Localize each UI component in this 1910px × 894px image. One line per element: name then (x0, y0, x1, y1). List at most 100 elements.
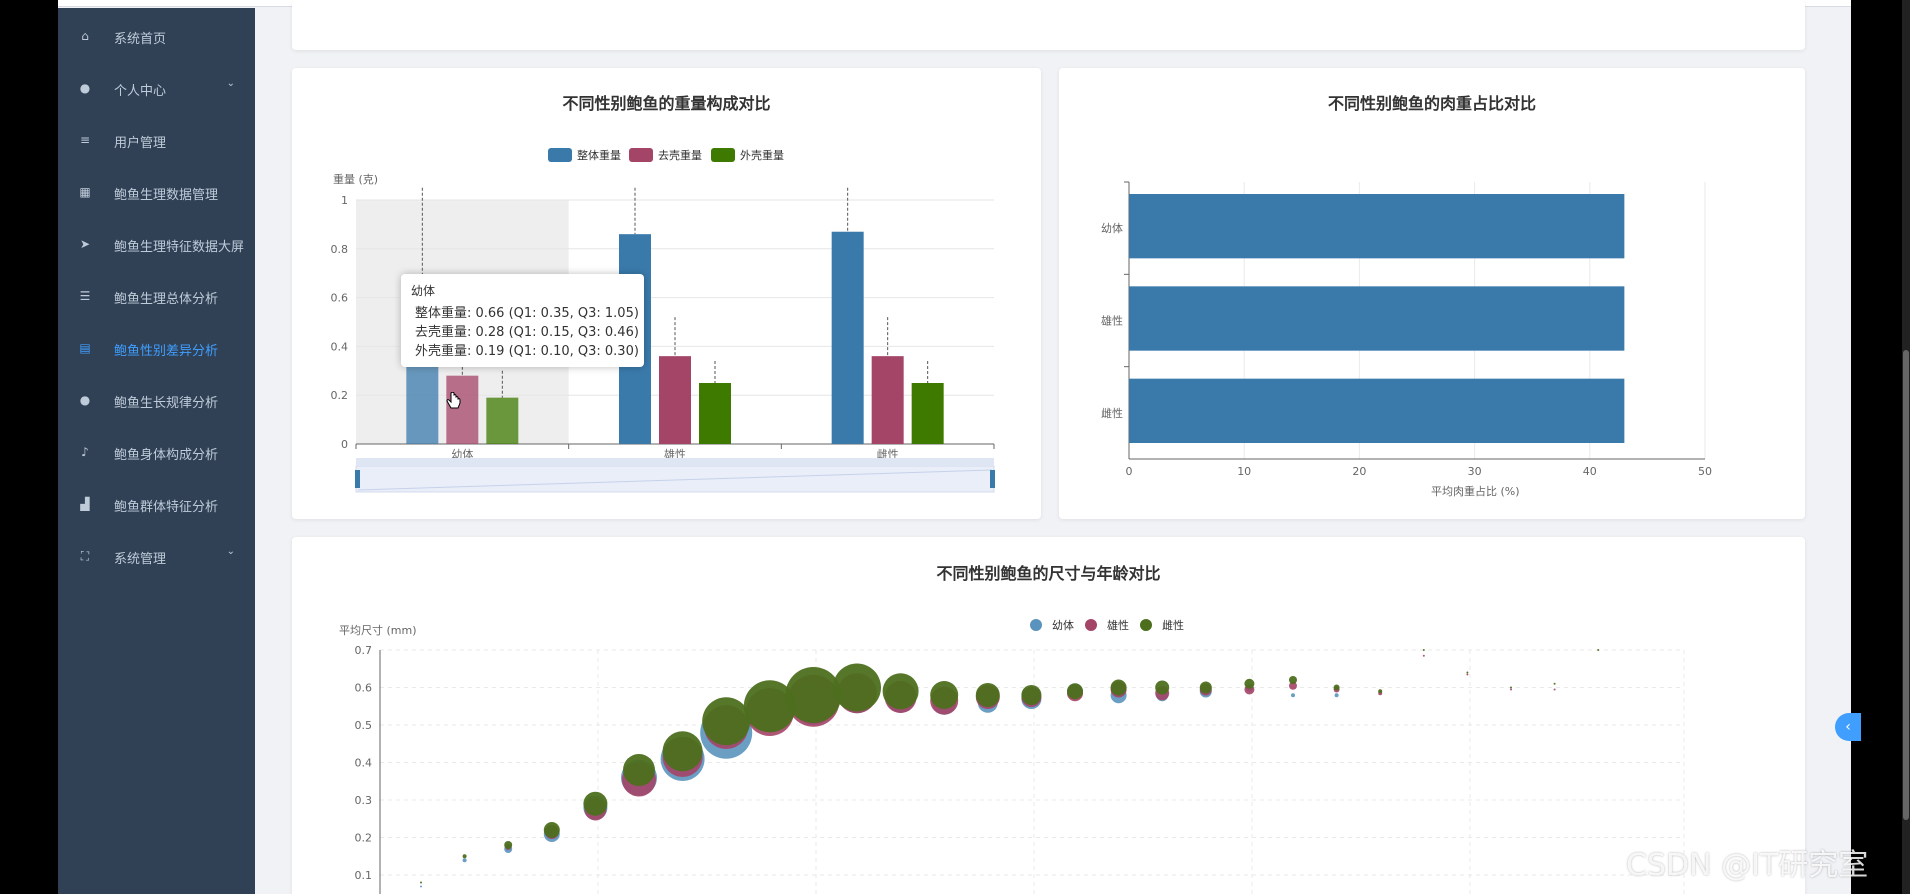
x-tick-label: 10 (1237, 465, 1251, 478)
scatter-point[interactable] (1597, 649, 1600, 651)
legend-label[interactable]: 幼体 (1052, 618, 1074, 632)
scatter-point[interactable] (1553, 682, 1556, 685)
bar[interactable] (486, 397, 519, 444)
scatter-point[interactable] (930, 681, 959, 709)
scatter-point[interactable] (420, 881, 422, 884)
bar[interactable] (911, 383, 944, 444)
scatter-point[interactable] (1422, 654, 1425, 657)
legend-label[interactable]: 外壳重量 (740, 148, 784, 162)
scatter-point[interactable] (702, 697, 751, 746)
tooltip-row: 去壳重量: 0.28 (Q1: 0.15, Q3: 0.46) (411, 321, 639, 340)
datazoom-handle-right[interactable] (990, 470, 995, 488)
scatter-point[interactable] (1510, 688, 1512, 691)
y-tick-label: 0 (341, 438, 348, 451)
legend-label[interactable]: 去壳重量 (658, 148, 702, 162)
scatter-point[interactable] (1199, 681, 1212, 694)
app-window: ⌂ 系统首页 ● 个人中心 ⌄ ≡ 用户管理 ▦ 鲍鱼生理数据管理 ➤ 鲍鱼生理特征数据大屏 ☰ 鲍鱼生… (58, 0, 1851, 894)
watermark: CSDN @IT研究室 (1626, 848, 1869, 883)
scatter-point[interactable] (1466, 673, 1469, 676)
chevron-left-icon: ‹ (1845, 719, 1851, 735)
scatter-point[interactable] (504, 841, 513, 849)
x-tick-label: 20 (1352, 465, 1366, 478)
tooltip-title: 幼体 (411, 284, 436, 298)
scatter-point[interactable] (1422, 649, 1425, 651)
hand-cursor-icon (446, 392, 461, 409)
y-axis-label: 平均尺寸 (mm) (339, 623, 417, 637)
legend-label[interactable]: 雄性 (1107, 618, 1129, 632)
legend-swatch[interactable] (1140, 619, 1152, 631)
y-axis-label: 重量 (克) (333, 172, 378, 186)
bar[interactable] (659, 356, 691, 444)
y-tick-label: 0.2 (331, 389, 349, 402)
scatter-point[interactable] (1334, 693, 1339, 698)
tooltip-row: 外壳重量: 0.19 (Q1: 0.10, Q3: 0.30) (411, 340, 639, 359)
scatter-point[interactable] (1289, 676, 1297, 684)
y-tick-label: 雄性 (1101, 314, 1123, 328)
scatter-point[interactable] (623, 754, 655, 786)
scatter-point[interactable] (975, 683, 1000, 707)
bar[interactable] (699, 383, 731, 444)
legend-swatch[interactable] (1030, 619, 1042, 631)
chart-tooltip: 幼体 整体重量: 0.66 (Q1: 0.35, Q3: 1.05) 去壳重量:… (401, 274, 644, 367)
scatter-point[interactable] (833, 663, 881, 712)
scatter-point[interactable] (1244, 678, 1255, 689)
datazoom-handle-left[interactable] (355, 470, 360, 488)
scatter-point[interactable] (1155, 680, 1170, 695)
y-tick-label: 0.5 (355, 719, 373, 732)
y-tick-label: 0.1 (355, 869, 373, 882)
chart-layer: 00.20.40.60.81重量 (克)幼体 雄性 雌性整体重量 去壳重量 外壳重量0 1… (331, 148, 1712, 894)
scatter-point[interactable] (420, 885, 422, 888)
x-tick-label: 50 (1698, 465, 1712, 478)
scatter-point[interactable] (583, 791, 608, 816)
scatter-point[interactable] (1291, 693, 1295, 698)
scatter-point[interactable] (1378, 689, 1383, 694)
tooltip-row-text: 外壳重量: 0.19 (Q1: 0.10, Q3: 0.30) (415, 344, 639, 359)
scatter-point[interactable] (462, 858, 467, 863)
scatter-point[interactable] (1510, 686, 1512, 689)
x-tick-label: 0 (1126, 465, 1133, 478)
tooltip-row: 整体重量: 0.66 (Q1: 0.35, Q3: 1.05) (411, 302, 639, 321)
y-tick-label: 0.4 (331, 340, 349, 353)
bar[interactable] (1129, 286, 1625, 351)
tooltip-row-text: 整体重量: 0.66 (Q1: 0.35, Q3: 1.05) (415, 306, 639, 321)
scatter-point[interactable] (1110, 679, 1127, 696)
y-tick-label: 0.7 (355, 644, 373, 657)
x-axis-label: 平均肉重占比 (%) (1431, 484, 1520, 498)
legend-label[interactable]: 雌性 (1162, 618, 1184, 632)
y-tick-label: 0.4 (355, 757, 373, 770)
bar[interactable] (831, 231, 864, 444)
legend-swatch[interactable] (1085, 619, 1097, 631)
y-tick-label: 雌性 (1101, 406, 1123, 420)
y-tick-label: 0.6 (331, 292, 349, 305)
scatter-point[interactable] (543, 822, 560, 838)
y-tick-label: 幼体 (1101, 221, 1123, 235)
scatter-point[interactable] (1021, 685, 1042, 705)
tooltip-row-text: 去壳重量: 0.28 (Q1: 0.15, Q3: 0.46) (415, 325, 639, 340)
scatter-point[interactable] (662, 731, 703, 772)
x-tick-label: 40 (1583, 465, 1597, 478)
scatter-point[interactable] (1067, 683, 1083, 700)
scatter-point[interactable] (785, 667, 842, 723)
bar[interactable] (1129, 378, 1625, 443)
y-tick-label: 1 (341, 194, 348, 207)
scatter-point[interactable] (882, 673, 919, 710)
legend-label[interactable]: 整体重量 (577, 148, 621, 162)
legend-swatch[interactable] (548, 148, 572, 162)
legend-swatch[interactable] (629, 148, 653, 162)
x-tick-label: 30 (1468, 465, 1482, 478)
bar[interactable] (871, 356, 904, 444)
collapse-handle[interactable]: ‹ (1835, 713, 1861, 741)
scatter-point[interactable] (462, 854, 467, 859)
y-tick-label: 0.2 (355, 832, 373, 845)
scatter-point[interactable] (1553, 688, 1556, 691)
y-tick-label: 0.8 (331, 243, 349, 256)
scrollbar-thumb[interactable] (1903, 350, 1909, 820)
datazoom-slider[interactable] (355, 465, 995, 493)
legend-swatch[interactable] (711, 148, 735, 162)
window-scrollbar[interactable] (1902, 0, 1910, 894)
scatter-point[interactable] (1333, 684, 1340, 691)
datazoom-track[interactable] (356, 458, 994, 466)
scatter-point[interactable] (1466, 671, 1469, 674)
screen: ⌂ 系统首页 ● 个人中心 ⌄ ≡ 用户管理 ▦ 鲍鱼生理数据管理 ➤ 鲍鱼生理特征数据大屏 ☰ 鲍鱼生… (0, 0, 1910, 894)
bar[interactable] (1129, 194, 1625, 259)
